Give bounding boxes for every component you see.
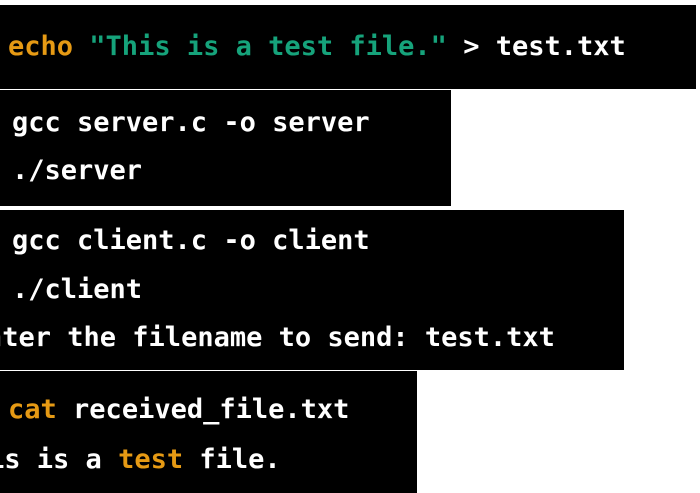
terminal-line-compile-client: gcc client.c -o client <box>12 225 370 256</box>
terminal-block-echo: echo "This is a test file." > test.txt <box>0 5 696 89</box>
terminal-line-compile-server: gcc server.c -o server <box>12 107 370 138</box>
terminal-block-cat: cat received_file.txt is is a test file. <box>0 371 417 493</box>
filename-token: received_file.txt <box>73 394 350 425</box>
terminal-line-cat: cat received_file.txt <box>8 393 349 427</box>
content-before: is is a <box>0 444 102 475</box>
terminal-line-file-content: is is a test file. <box>0 443 281 477</box>
terminal-line-echo: echo "This is a test file." > test.txt <box>8 30 626 64</box>
terminal-block-server: gcc server.c -o server ./server <box>0 90 451 206</box>
command-token: echo <box>8 31 74 62</box>
content-highlight: test <box>118 444 184 475</box>
terminal-line-prompt-output: nter the filename to send: test.txt <box>0 322 555 353</box>
content-after: file. <box>199 444 281 475</box>
redirect-token: > test.txt <box>463 31 626 62</box>
terminal-line-run-client: ./client <box>12 274 143 305</box>
command-token: cat <box>8 394 57 425</box>
terminal-line-run-server: ./server <box>12 155 143 186</box>
terminal-block-client: gcc client.c -o client ./client nter the… <box>0 210 624 370</box>
string-token: "This is a test file." <box>89 31 447 62</box>
